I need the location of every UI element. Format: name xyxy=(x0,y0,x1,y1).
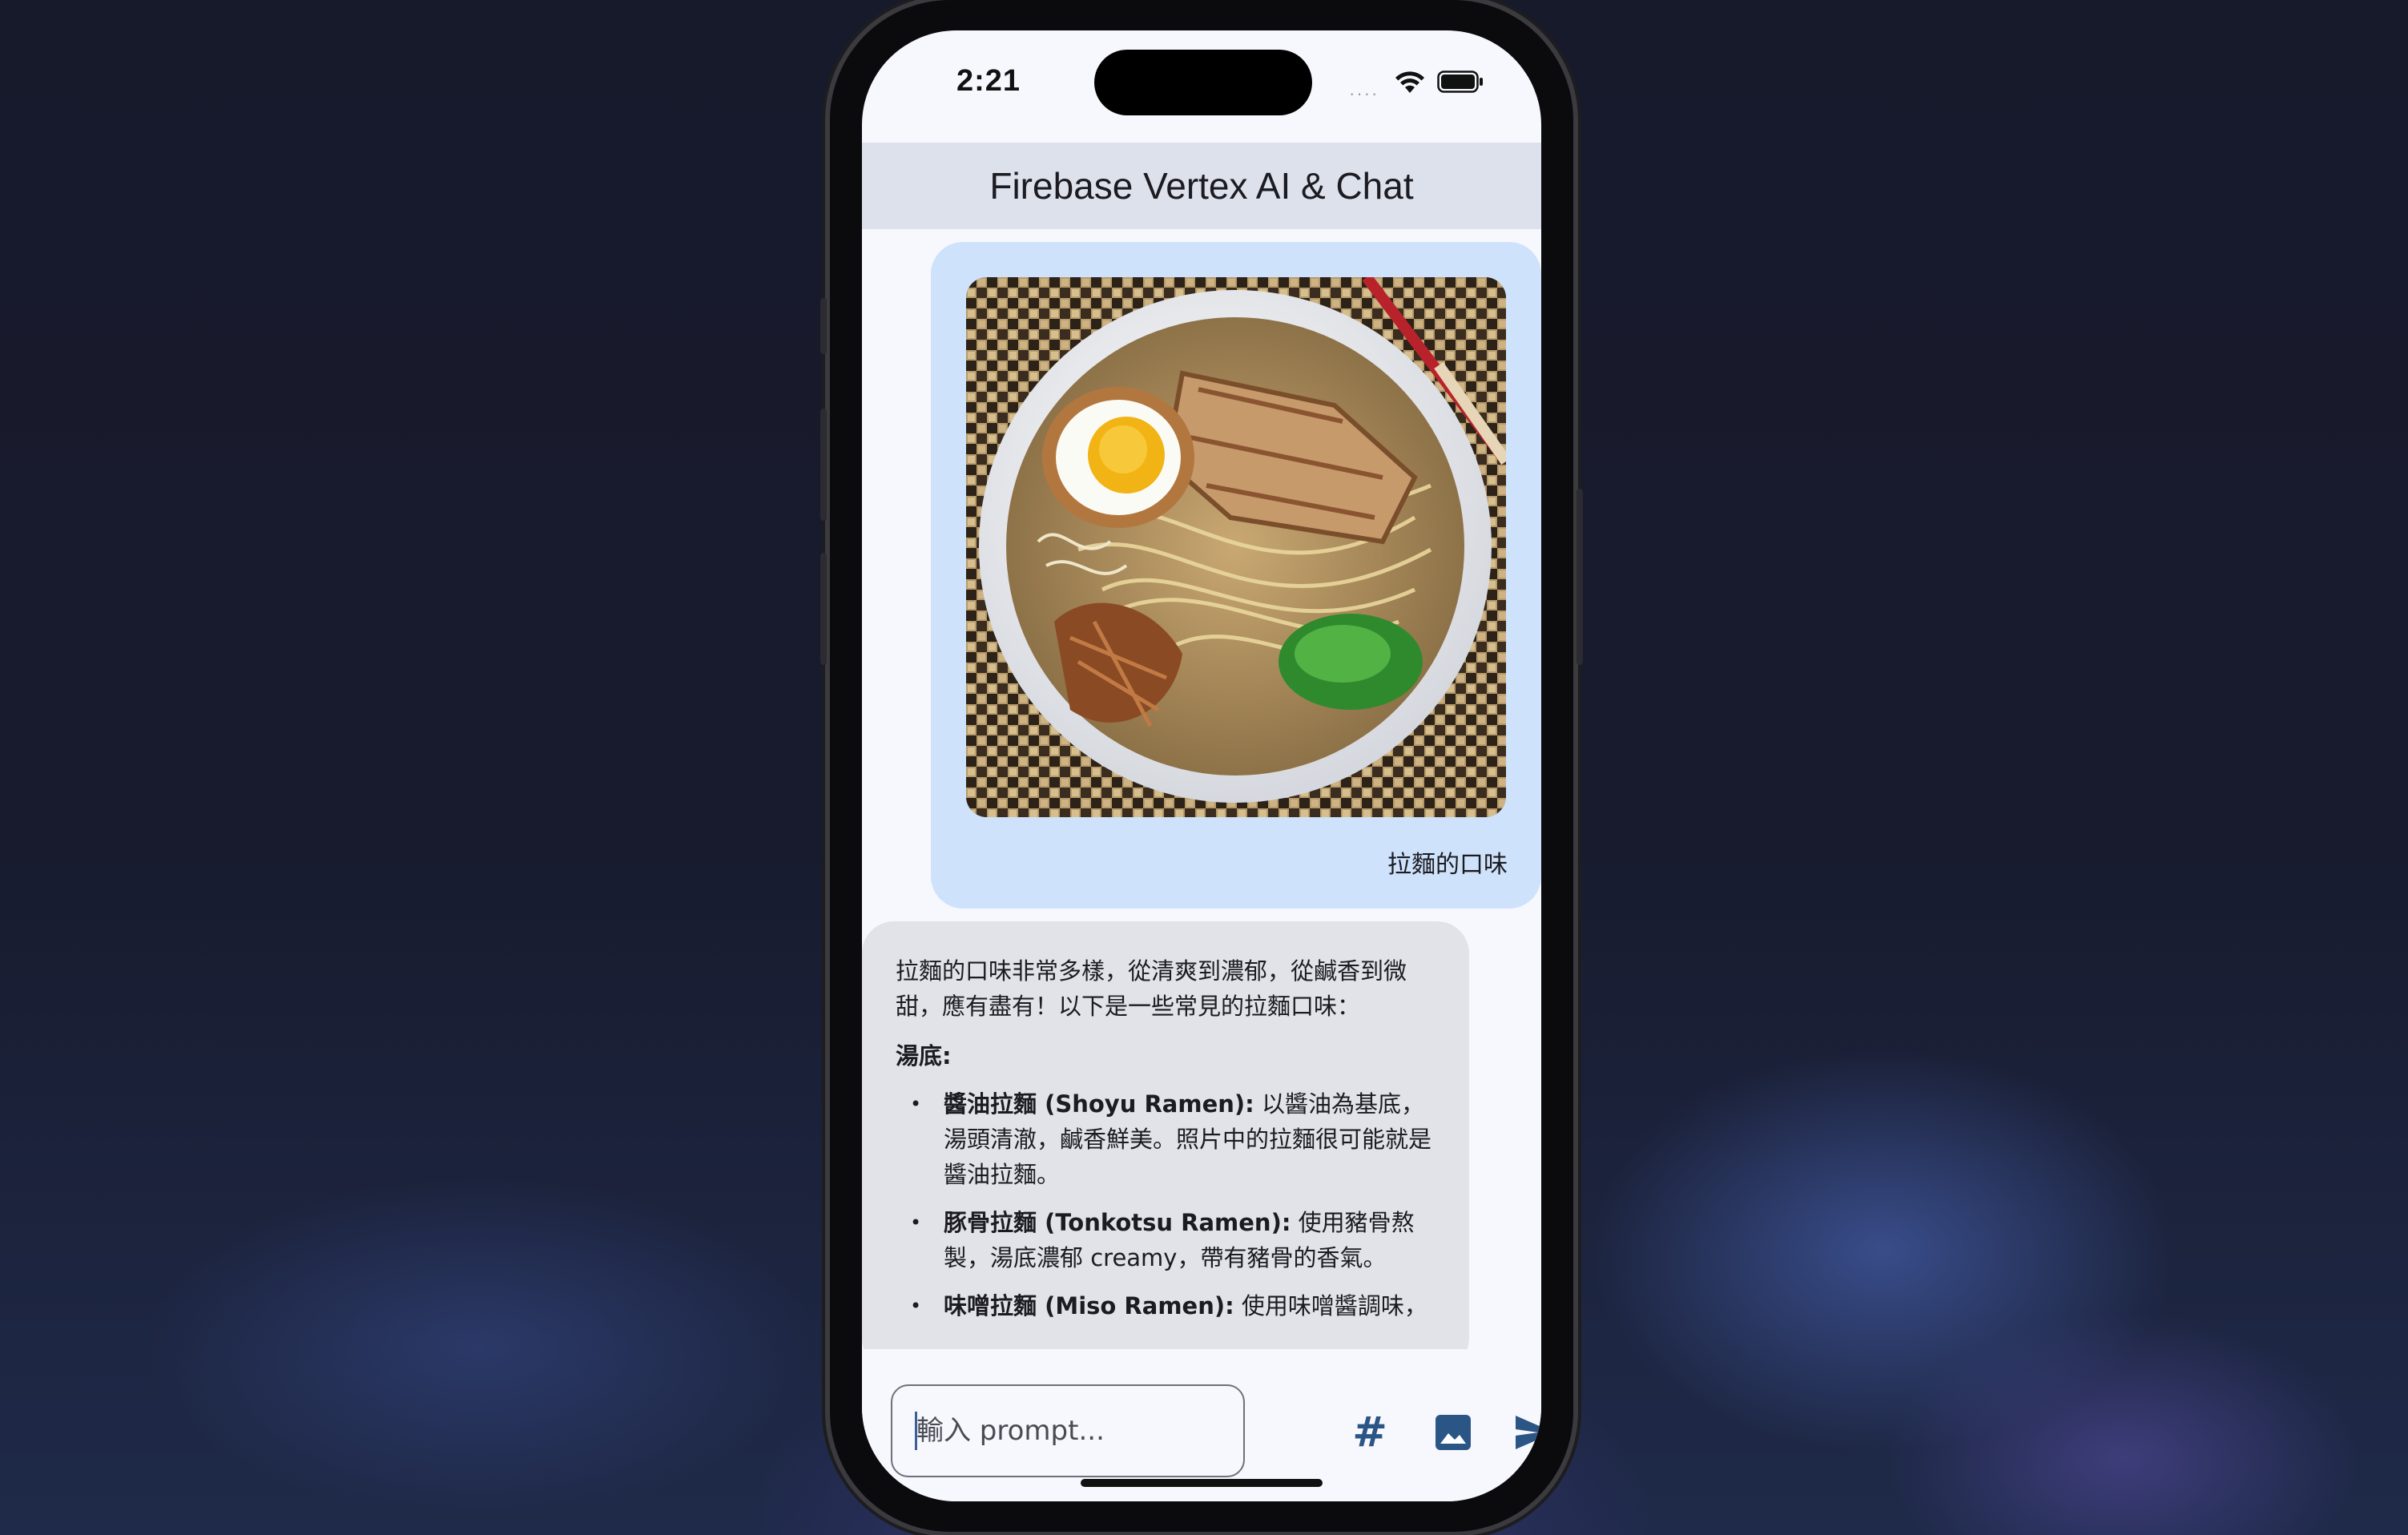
side-button-action xyxy=(820,298,827,354)
phone-frame: 2:21 ···· Firebase Vertex AI & Chat 拉麵的口… xyxy=(820,0,1583,1532)
send-button[interactable] xyxy=(1501,1399,1541,1466)
model-message-bubble: 拉麵的口味非常多樣，從清爽到濃郁，從鹹香到微甜，應有盡有！以下是一些常見的拉麵口… xyxy=(862,921,1469,1349)
app-title: Firebase Vertex AI & Chat xyxy=(989,165,1414,207)
model-list: 醬油拉麵 (Shoyu Ramen): 以醬油為基底，湯頭清澈，鹹香鮮美。照片中… xyxy=(896,1086,1436,1323)
user-message-bubble: 拉麵的口味 xyxy=(931,242,1541,909)
ajitama-egg xyxy=(1042,387,1194,528)
dynamic-island xyxy=(1094,50,1312,115)
signal-icon: ···· xyxy=(1349,83,1379,103)
hash-icon: # xyxy=(1352,1408,1387,1456)
user-message-text: 拉麵的口味 xyxy=(1387,851,1508,879)
chat-list[interactable]: 拉麵的口味 拉麵的口味非常多樣，從清爽到濃郁，從鹹香到微甜，應有盡有！以下是一些… xyxy=(862,229,1541,1349)
side-button-power xyxy=(1576,489,1583,665)
prompt-input[interactable] xyxy=(891,1384,1245,1477)
side-button-volume-down xyxy=(820,553,827,665)
app-bar: Firebase Vertex AI & Chat xyxy=(862,143,1541,229)
list-item: 豚骨拉麵 (Tonkotsu Ramen): 使用豬骨熬製，湯底濃郁 cream… xyxy=(896,1205,1436,1275)
list-item-text: 使用味噌醬調味， xyxy=(1234,1292,1427,1319)
phone-screen: 2:21 ···· Firebase Vertex AI & Chat 拉麵的口… xyxy=(862,30,1541,1501)
scallions xyxy=(1278,614,1423,710)
model-heading: 湯底: xyxy=(896,1042,952,1070)
hash-button[interactable]: # xyxy=(1336,1399,1403,1466)
wifi-icon xyxy=(1395,71,1424,93)
list-item-title: 味噌拉麵 (Miso Ramen): xyxy=(944,1292,1234,1319)
status-time: 2:21 xyxy=(956,64,1021,98)
ramen-photo xyxy=(966,277,1506,817)
list-item: 味噌拉麵 (Miso Ramen): 使用味噌醬調味， xyxy=(896,1288,1436,1323)
image-icon xyxy=(1436,1415,1471,1450)
side-button-volume-up xyxy=(820,409,827,521)
list-item: 醬油拉麵 (Shoyu Ramen): 以醬油為基底，湯頭清澈，鹹香鮮美。照片中… xyxy=(896,1086,1436,1192)
image-picker-button[interactable] xyxy=(1419,1399,1487,1466)
status-bar: 2:21 ···· xyxy=(862,30,1541,143)
send-icon xyxy=(1516,1416,1541,1449)
text-caret xyxy=(915,1412,917,1450)
list-item-title: 醬油拉麵 (Shoyu Ramen): xyxy=(944,1090,1254,1118)
home-indicator[interactable] xyxy=(1081,1479,1323,1487)
list-item-title: 豚骨拉麵 (Tonkotsu Ramen): xyxy=(944,1209,1291,1236)
ramen-image xyxy=(966,277,1506,817)
battery-icon xyxy=(1437,71,1483,93)
model-intro-text: 拉麵的口味非常多樣，從清爽到濃郁，從鹹香到微甜，應有盡有！以下是一些常見的拉麵口… xyxy=(896,957,1407,1020)
